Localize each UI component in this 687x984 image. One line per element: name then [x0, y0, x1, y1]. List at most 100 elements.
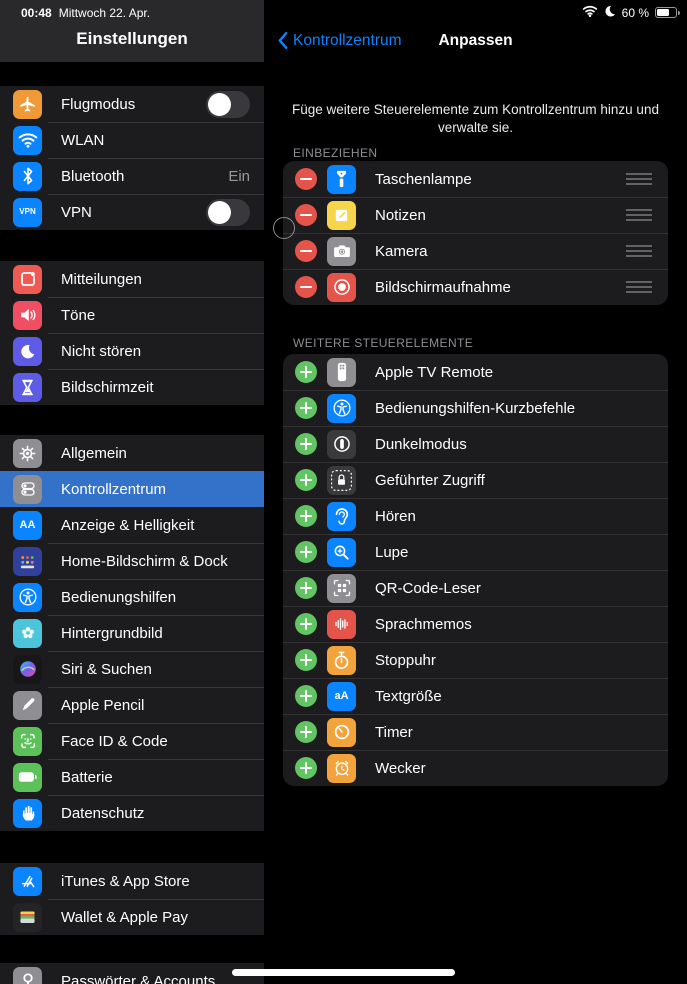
add-button[interactable]	[295, 577, 317, 599]
sidebar-item-label: Datenschutz	[61, 805, 250, 822]
sidebar-item-mitteilungen[interactable]: Mitteilungen	[0, 261, 264, 297]
sidebar-item-vpn[interactable]: VPN VPN	[0, 194, 264, 230]
sidebar-item-siri-suchen[interactable]: Siri & Suchen	[0, 651, 264, 687]
settings-sidebar: 00:48Mittwoch 22. Apr. Einstellungen Flu…	[0, 0, 264, 984]
list-item-qr-code-leser[interactable]: QR-Code-Leser	[283, 570, 668, 606]
list-item-textgroesse[interactable]: aA Textgröße	[283, 678, 668, 714]
dark-mode-icon	[327, 430, 356, 459]
remove-button[interactable]	[295, 204, 317, 226]
add-button[interactable]	[295, 757, 317, 779]
drag-handle-icon[interactable]	[626, 281, 652, 293]
moon-icon	[13, 337, 42, 366]
list-item-bedienungshilfen-kurzbefehle[interactable]: Bedienungshilfen-Kurzbefehle	[283, 390, 668, 426]
add-button[interactable]	[295, 685, 317, 707]
display-icon-text: AA	[20, 520, 36, 531]
list-item-hoeren[interactable]: Hören	[283, 498, 668, 534]
sidebar-item-label: Mitteilungen	[61, 271, 250, 288]
list-item-label: Wecker	[375, 760, 652, 777]
pencil-icon	[13, 691, 42, 720]
remove-button[interactable]	[295, 276, 317, 298]
statusbar-left: 00:48Mittwoch 22. Apr.	[21, 6, 150, 20]
guided-access-lock-icon	[327, 466, 356, 495]
list-item-label: Hören	[375, 508, 652, 525]
add-button[interactable]	[295, 433, 317, 455]
sidebar-item-flugmodus[interactable]: Flugmodus	[0, 86, 264, 122]
ear-icon	[327, 502, 356, 531]
wallet-icon	[13, 903, 42, 932]
add-button[interactable]	[295, 649, 317, 671]
add-button[interactable]	[295, 721, 317, 743]
sidebar-group-general: Allgemein Kontrollzentrum AA Anzeige & H…	[0, 435, 264, 831]
sidebar-item-face-id-code[interactable]: Face ID & Code	[0, 723, 264, 759]
accessibility-icon	[13, 583, 42, 612]
control-center-icon	[13, 475, 42, 504]
list-item-apple-tv-remote[interactable]: Apple TV Remote	[283, 354, 668, 390]
sidebar-item-label: iTunes & App Store	[61, 873, 250, 890]
sidebar-item-hintergrundbild[interactable]: Hintergrundbild	[0, 615, 264, 651]
add-button[interactable]	[295, 505, 317, 527]
sidebar-item-home-bildschirm-dock[interactable]: Home-Bildschirm & Dock	[0, 543, 264, 579]
list-item-notizen[interactable]: Notizen	[283, 197, 668, 233]
sidebar-group-connectivity: Flugmodus WLAN Bluetooth Ein VPN	[0, 86, 264, 230]
tv-remote-icon	[327, 358, 356, 387]
status-time: 00:48	[21, 6, 52, 20]
battery-icon	[13, 763, 42, 792]
add-button[interactable]	[295, 361, 317, 383]
sidebar-item-bluetooth[interactable]: Bluetooth Ein	[0, 158, 264, 194]
notes-icon	[327, 201, 356, 230]
sidebar-item-datenschutz[interactable]: Datenschutz	[0, 795, 264, 831]
sidebar-item-batterie[interactable]: Batterie	[0, 759, 264, 795]
list-item-timer[interactable]: Timer	[283, 714, 668, 750]
sidebar-item-passwoerter-accounts[interactable]: Passwörter & Accounts	[0, 963, 264, 984]
list-item-kamera[interactable]: Kamera	[283, 233, 668, 269]
sidebar-item-label: Batterie	[61, 769, 250, 786]
list-item-bildschirmaufnahme[interactable]: Bildschirmaufnahme	[283, 269, 668, 305]
drag-handle-icon[interactable]	[626, 173, 652, 185]
battery-icon	[655, 7, 677, 18]
sidebar-item-label: Kontrollzentrum	[61, 481, 250, 498]
sidebar-item-itunes-app-store[interactable]: iTunes & App Store	[0, 863, 264, 899]
add-button[interactable]	[295, 469, 317, 491]
list-item-label: Dunkelmodus	[375, 436, 652, 453]
sidebar-item-wlan[interactable]: WLAN	[0, 122, 264, 158]
vpn-toggle[interactable]	[206, 199, 250, 226]
sidebar-item-kontrollzentrum[interactable]: Kontrollzentrum	[0, 471, 264, 507]
sidebar-item-bildschirmzeit[interactable]: Bildschirmzeit	[0, 369, 264, 405]
section-header-einbeziehen: EINBEZIEHEN	[293, 146, 377, 160]
battery-percent: 60 %	[622, 6, 649, 20]
text-size-icon: aA	[327, 682, 356, 711]
siri-icon	[13, 655, 42, 684]
sidebar-item-wallet-apple-pay[interactable]: Wallet & Apple Pay	[0, 899, 264, 935]
list-item-label: Lupe	[375, 544, 652, 561]
sidebar-item-apple-pencil[interactable]: Apple Pencil	[0, 687, 264, 723]
list-item-gefuehrter-zugriff[interactable]: Geführter Zugriff	[283, 462, 668, 498]
list-item-lupe[interactable]: Lupe	[283, 534, 668, 570]
list-item-stoppuhr[interactable]: Stoppuhr	[283, 642, 668, 678]
list-item-sprachmemos[interactable]: Sprachmemos	[283, 606, 668, 642]
add-button[interactable]	[295, 397, 317, 419]
add-button[interactable]	[295, 541, 317, 563]
sidebar-item-toene[interactable]: Töne	[0, 297, 264, 333]
included-controls-card: Taschenlampe Notizen Kamera	[283, 161, 668, 305]
sidebar-item-label: Allgemein	[61, 445, 250, 462]
sidebar-item-label: Siri & Suchen	[61, 661, 250, 678]
sidebar-item-bedienungshilfen[interactable]: Bedienungshilfen	[0, 579, 264, 615]
home-indicator[interactable]	[232, 969, 455, 976]
face-id-icon	[13, 727, 42, 756]
battery-fill	[657, 9, 669, 16]
sidebar-item-allgemein[interactable]: Allgemein	[0, 435, 264, 471]
add-button[interactable]	[295, 613, 317, 635]
list-item-dunkelmodus[interactable]: Dunkelmodus	[283, 426, 668, 462]
sidebar-item-label: Apple Pencil	[61, 697, 250, 714]
list-item-label: Kamera	[375, 243, 626, 260]
drag-handle-icon[interactable]	[626, 245, 652, 257]
sidebar-item-nicht-stoeren[interactable]: Nicht stören	[0, 333, 264, 369]
flugmodus-toggle[interactable]	[206, 91, 250, 118]
remove-button[interactable]	[295, 240, 317, 262]
remove-button[interactable]	[295, 168, 317, 190]
list-item-taschenlampe[interactable]: Taschenlampe	[283, 161, 668, 197]
ipad-settings-screen: 00:48Mittwoch 22. Apr. Einstellungen Flu…	[0, 0, 687, 984]
list-item-wecker[interactable]: Wecker	[283, 750, 668, 786]
drag-handle-icon[interactable]	[626, 209, 652, 221]
sidebar-item-anzeige-helligkeit[interactable]: AA Anzeige & Helligkeit	[0, 507, 264, 543]
